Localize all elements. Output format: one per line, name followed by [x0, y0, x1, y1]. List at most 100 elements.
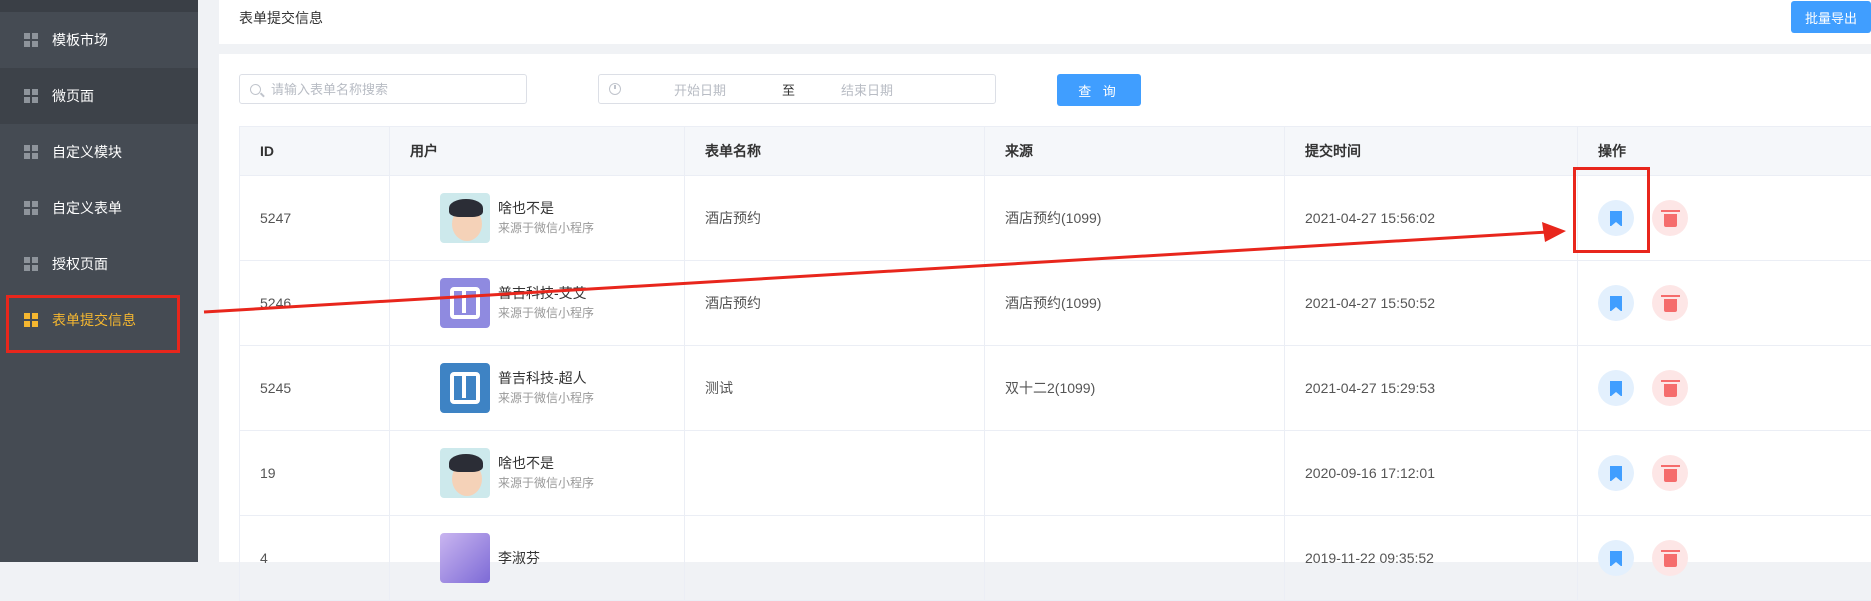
sidebar-item-label: 自定义模块 [52, 144, 122, 160]
cell-id: 5245 [240, 346, 390, 430]
sidebar-item-auth-page[interactable]: 授权页面 [0, 236, 198, 292]
annotation-highlight-view-button [1573, 167, 1650, 253]
cell-id: 5246 [240, 261, 390, 345]
bookmark-icon [1610, 380, 1622, 397]
table-row: 19 啥也不是 来源于微信小程序 2020-09-16 17:12:01 [240, 431, 1871, 516]
table-row: 5246 普吉科技-艾艾 来源于微信小程序 酒店预约 酒店预约(1099) 20… [240, 261, 1871, 346]
column-header-id: ID [240, 127, 390, 175]
grid-icon [24, 33, 38, 47]
trash-icon [1660, 464, 1680, 482]
header-bar: 表单提交信息 批量导出 [219, 0, 1871, 44]
cell-form-name [685, 516, 985, 600]
sidebar-item-custom-module[interactable]: 自定义模块 [0, 124, 198, 180]
start-date-input[interactable]: 开始日期 [674, 80, 726, 99]
user-source: 来源于微信小程序 [498, 221, 595, 235]
sidebar-item-template-market[interactable]: 模板市场 [0, 12, 198, 68]
column-header-source: 来源 [985, 127, 1285, 175]
cell-user: 普吉科技-艾艾 来源于微信小程序 [390, 261, 685, 345]
cell-submit-time: 2021-04-27 15:29:53 [1285, 346, 1578, 430]
column-header-form-name: 表单名称 [685, 127, 985, 175]
user-name: 李淑芬 [498, 550, 540, 566]
date-range-picker[interactable]: 开始日期 至 结束日期 [598, 74, 996, 104]
end-date-input[interactable]: 结束日期 [841, 80, 893, 99]
sidebar-item-label: 授权页面 [52, 256, 108, 272]
cell-source [985, 431, 1285, 515]
trash-icon [1660, 549, 1680, 567]
cell-form-name: 测试 [685, 346, 985, 430]
user-source: 来源于微信小程序 [498, 306, 595, 320]
search-input[interactable] [269, 80, 523, 98]
cell-submit-time: 2021-04-27 15:50:52 [1285, 261, 1578, 345]
avatar [440, 448, 490, 498]
grid-icon [24, 257, 38, 271]
cell-id: 19 [240, 431, 390, 515]
cell-actions [1578, 346, 1871, 430]
user-source: 来源于微信小程序 [498, 476, 595, 490]
user-name: 普吉科技-艾艾 [498, 285, 587, 301]
user-name: 啥也不是 [498, 200, 554, 216]
cell-actions [1578, 431, 1871, 515]
grid-icon [24, 145, 38, 159]
sidebar-top-strip [0, 0, 198, 12]
view-button[interactable] [1598, 540, 1634, 576]
annotation-highlight-sidebar [6, 295, 180, 353]
view-button[interactable] [1598, 285, 1634, 321]
column-header-submit-time: 提交时间 [1285, 127, 1578, 175]
sidebar-item-label: 模板市场 [52, 32, 108, 48]
avatar [440, 363, 490, 413]
table-row: 5245 普吉科技-超人 来源于微信小程序 测试 双十二2(1099) 2021… [240, 346, 1871, 431]
trash-icon [1660, 379, 1680, 397]
cell-id: 4 [240, 516, 390, 600]
search-icon [250, 83, 261, 95]
cell-submit-time: 2021-04-27 15:56:02 [1285, 176, 1578, 260]
cell-source [985, 516, 1285, 600]
delete-button[interactable] [1652, 285, 1688, 321]
trash-icon [1660, 294, 1680, 312]
query-button[interactable]: 查 询 [1057, 74, 1141, 106]
cell-user: 啥也不是 来源于微信小程序 [390, 431, 685, 515]
cell-actions [1578, 516, 1871, 600]
batch-export-button[interactable]: 批量导出 [1791, 1, 1871, 33]
sidebar-item-custom-form[interactable]: 自定义表单 [0, 180, 198, 236]
delete-button[interactable] [1652, 540, 1688, 576]
grid-icon [24, 89, 38, 103]
cell-id: 5247 [240, 176, 390, 260]
trash-icon [1660, 209, 1680, 227]
avatar [440, 278, 490, 328]
sidebar-item-micro-page[interactable]: 微页面 [0, 68, 198, 124]
user-source: 来源于微信小程序 [498, 391, 595, 405]
view-button[interactable] [1598, 370, 1634, 406]
avatar [440, 193, 490, 243]
page-title: 表单提交信息 [239, 10, 323, 26]
clock-icon [609, 83, 621, 95]
grid-icon [24, 201, 38, 215]
column-header-user: 用户 [390, 127, 685, 175]
cell-form-name: 酒店预约 [685, 261, 985, 345]
cell-form-name [685, 431, 985, 515]
delete-button[interactable] [1652, 200, 1688, 236]
cell-source: 酒店预约(1099) [985, 176, 1285, 260]
bookmark-icon [1610, 295, 1622, 312]
cell-submit-time: 2019-11-22 09:35:52 [1285, 516, 1578, 600]
avatar [440, 533, 490, 583]
sidebar-item-label: 自定义表单 [52, 200, 122, 216]
cell-user: 啥也不是 来源于微信小程序 [390, 176, 685, 260]
user-name: 普吉科技-超人 [498, 370, 587, 386]
bookmark-icon [1610, 550, 1622, 567]
table-row: 4 李淑芬 2019-11-22 09:35:52 [240, 516, 1871, 601]
cell-submit-time: 2020-09-16 17:12:01 [1285, 431, 1578, 515]
cell-source: 酒店预约(1099) [985, 261, 1285, 345]
user-name: 啥也不是 [498, 455, 554, 471]
delete-button[interactable] [1652, 455, 1688, 491]
cell-user: 李淑芬 [390, 516, 685, 600]
sidebar: 模板市场 微页面 自定义模块 自定义表单 授权页面 表单提交信息 [0, 0, 198, 562]
cell-form-name: 酒店预约 [685, 176, 985, 260]
search-field[interactable] [239, 74, 527, 104]
delete-button[interactable] [1652, 370, 1688, 406]
bookmark-icon [1610, 465, 1622, 482]
sidebar-item-label: 微页面 [52, 88, 94, 104]
date-separator: 至 [782, 82, 796, 98]
main-panel: 开始日期 至 结束日期 查 询 ID 用户 表单名称 来源 提交时间 操作 52… [219, 54, 1871, 601]
view-button[interactable] [1598, 455, 1634, 491]
cell-user: 普吉科技-超人 来源于微信小程序 [390, 346, 685, 430]
